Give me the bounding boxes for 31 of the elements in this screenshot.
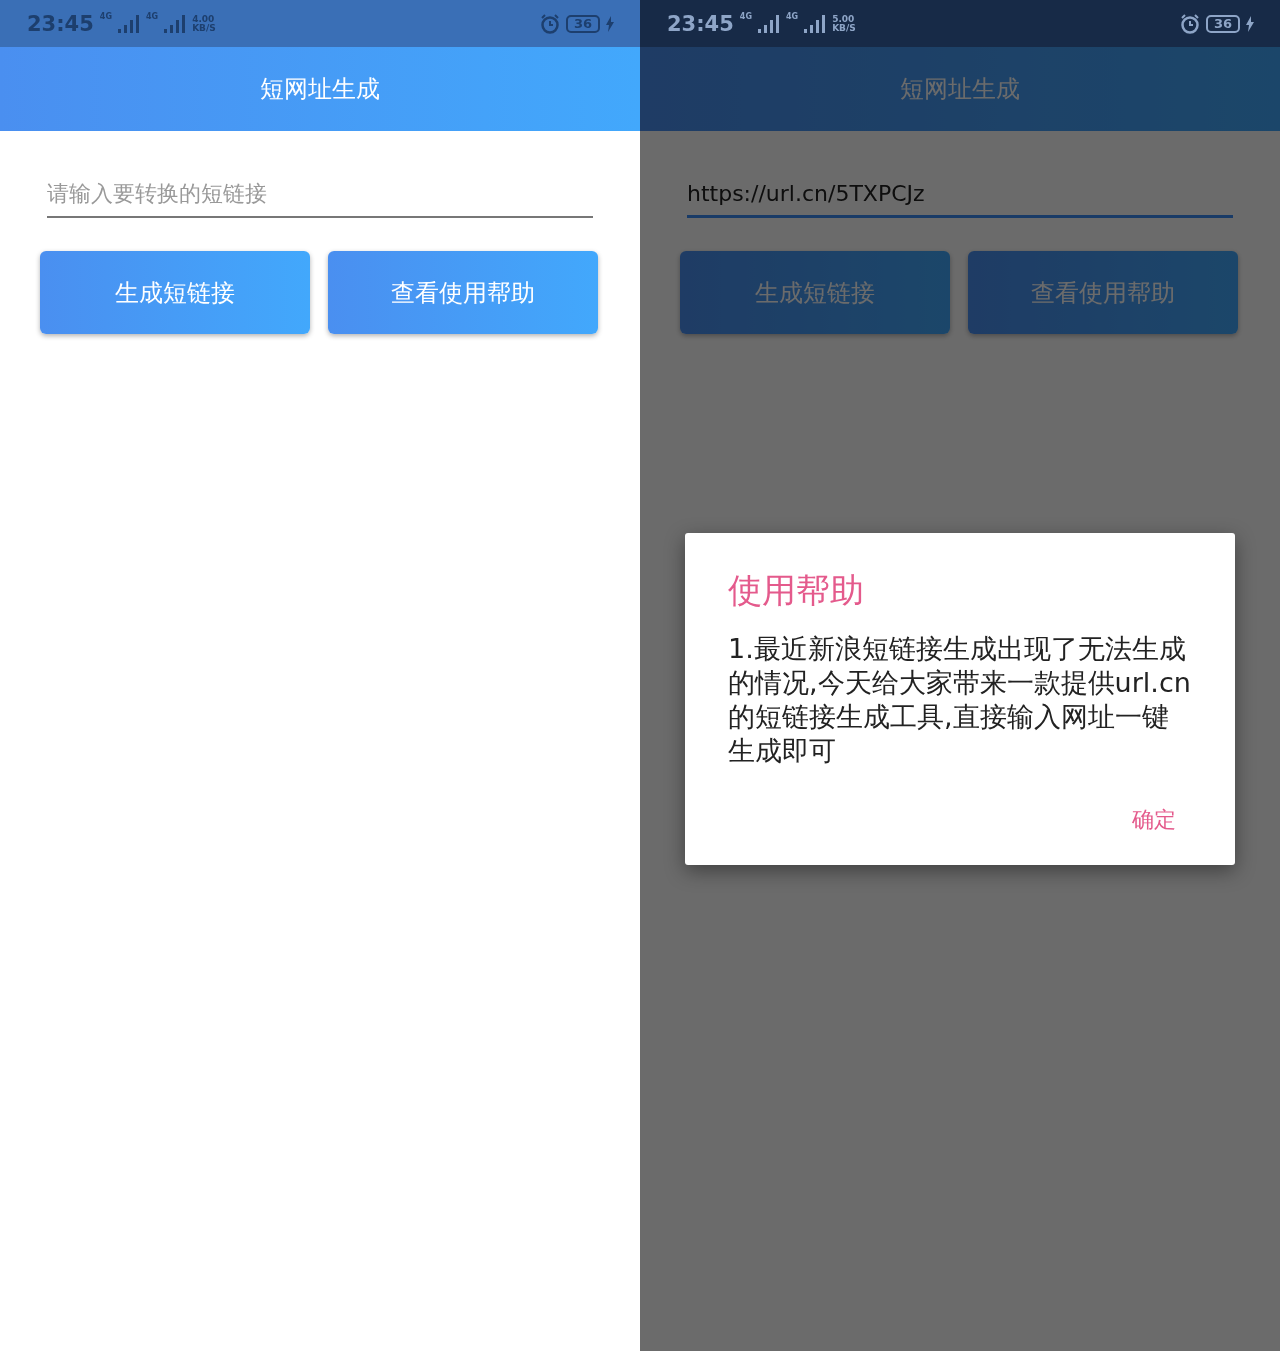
signal-icon bbox=[164, 14, 187, 33]
battery-level: 36 bbox=[1205, 14, 1240, 33]
app-title: 短网址生成 bbox=[260, 74, 380, 105]
signal-icon bbox=[758, 14, 780, 33]
status-time: 23:45 bbox=[667, 11, 734, 36]
alarm-icon bbox=[1179, 13, 1200, 34]
dialog-title: 使用帮助 bbox=[728, 569, 865, 612]
signal-icon bbox=[804, 14, 827, 33]
network-label: 4G bbox=[739, 12, 752, 21]
generate-button[interactable]: 生成短链接 bbox=[680, 251, 950, 334]
battery-level: 36 bbox=[565, 14, 600, 33]
speed-unit: KB/S bbox=[192, 23, 216, 33]
network-label: 4G bbox=[146, 12, 159, 21]
signal-icon bbox=[118, 14, 140, 33]
charging-icon bbox=[606, 15, 614, 32]
alarm-icon bbox=[539, 13, 560, 34]
url-input-field[interactable]: https://url.cn/5TXPCJz bbox=[687, 171, 1233, 218]
status-time: 23:45 bbox=[27, 11, 94, 36]
charging-icon bbox=[1246, 15, 1254, 32]
speed-value: 5.00 bbox=[832, 14, 856, 24]
speed-value: 4.00 bbox=[192, 14, 216, 24]
network-label: 4G bbox=[786, 12, 799, 21]
network-label: 4G bbox=[99, 12, 112, 21]
url-input-field[interactable]: 请输入要转换的短链接 bbox=[47, 171, 593, 218]
generate-button[interactable]: 生成短链接 bbox=[40, 251, 310, 334]
help-button[interactable]: 查看使用帮助 bbox=[968, 251, 1238, 334]
help-button[interactable]: 查看使用帮助 bbox=[328, 251, 598, 334]
dialog-message: 1.最近新浪短链接生成出现了无法生成的情况,今天给大家带来一款提供url.cn的短链接生成工具,直接输入网址一键生成即可 bbox=[728, 632, 1192, 768]
speed-unit: KB/S bbox=[832, 23, 856, 33]
app-title: 短网址生成 bbox=[900, 74, 1020, 105]
confirm-button[interactable]: 确定 bbox=[1126, 801, 1182, 839]
